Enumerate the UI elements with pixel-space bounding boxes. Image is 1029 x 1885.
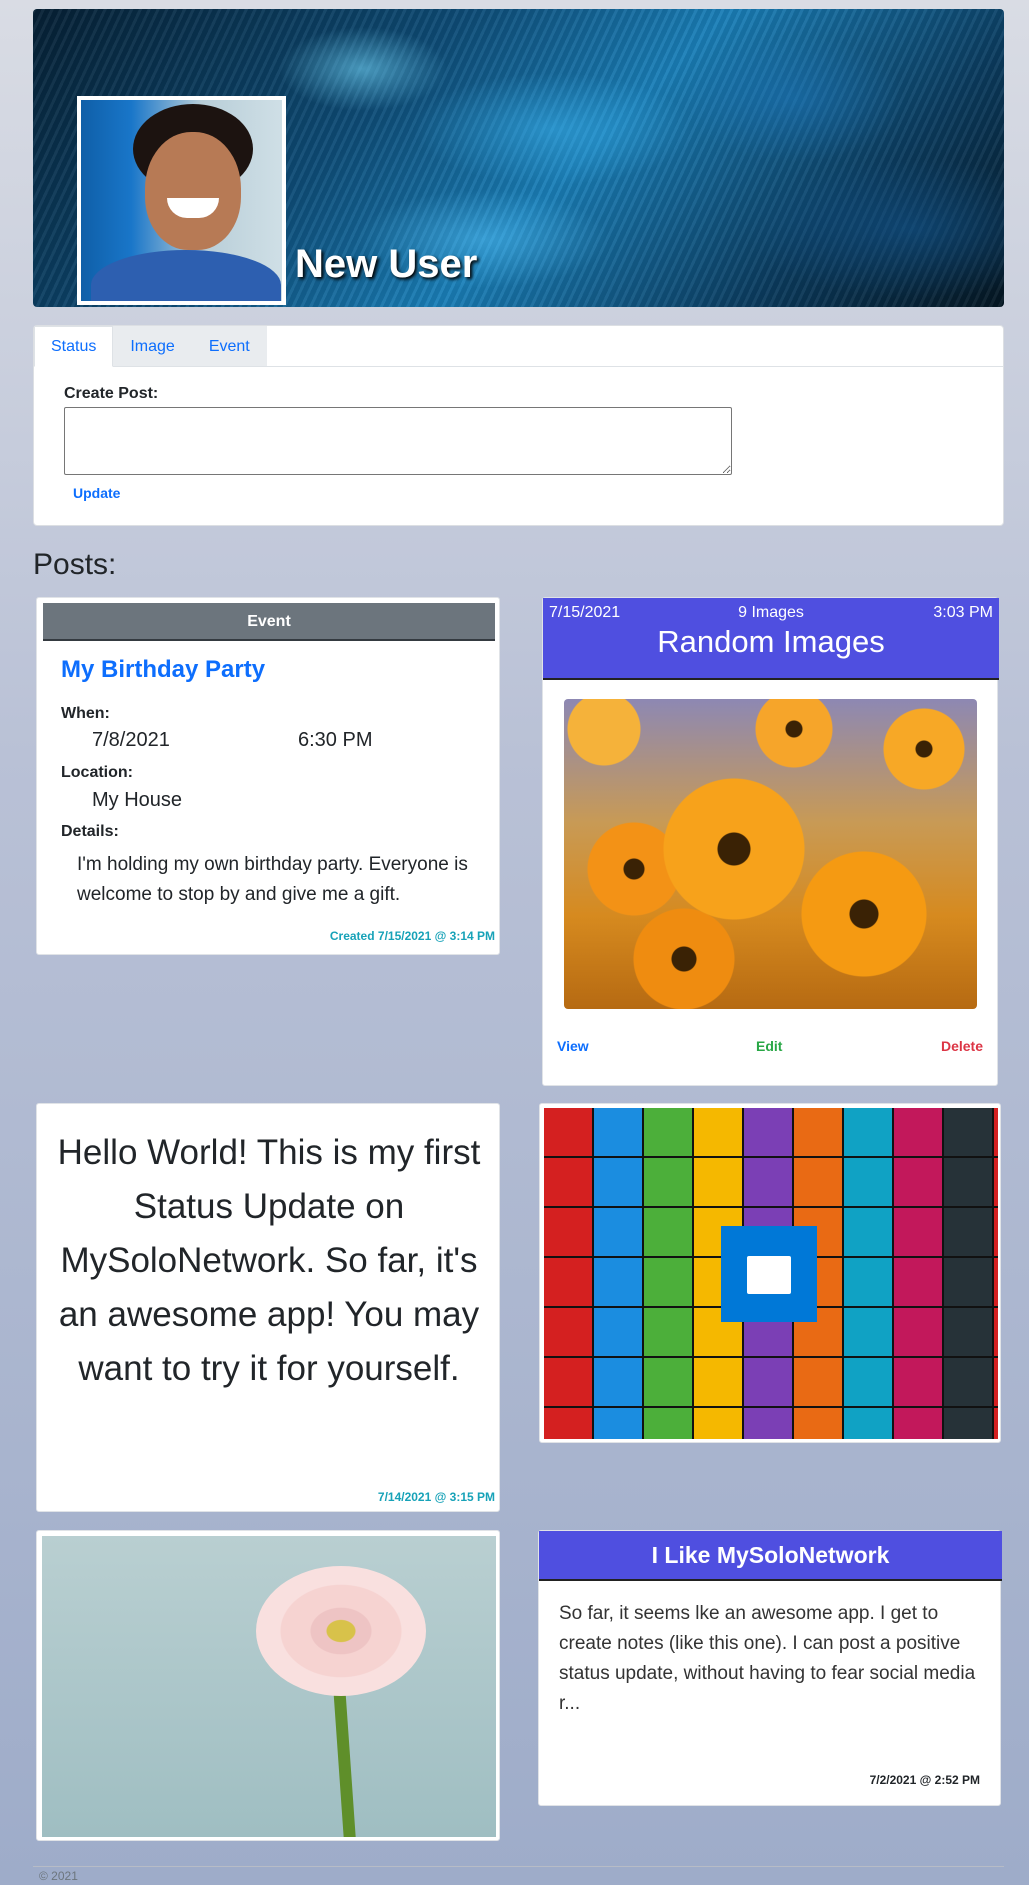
create-post-label: Create Post:	[64, 385, 159, 402]
event-details-label: Details:	[61, 823, 119, 840]
edit-link[interactable]: Edit	[756, 1038, 782, 1054]
event-title[interactable]: My Birthday Party	[61, 656, 265, 684]
tab-image[interactable]: Image	[113, 326, 192, 366]
status-post-date: 7/14/2021 @ 3:15 PM	[377, 1490, 495, 1504]
store-icon	[721, 1226, 817, 1322]
images-post-card: 7/15/2021 9 Images 3:03 PM Random Images…	[542, 597, 999, 1086]
note-title[interactable]: I Like MySoloNetwork	[539, 1531, 1002, 1581]
images-post-header: 7/15/2021 9 Images 3:03 PM Random Images	[543, 598, 999, 680]
profile-avatar[interactable]	[77, 96, 286, 305]
event-post-header: Event	[43, 603, 495, 641]
tab-event[interactable]: Event	[191, 326, 267, 366]
profile-name: New User	[295, 242, 478, 286]
status-text: Hello World! This is my first Status Upd…	[57, 1133, 481, 1388]
note-date: 7/2/2021 @ 2:52 PM	[869, 1773, 980, 1787]
images-post-title: Random Images	[657, 624, 885, 659]
cover-banner: New User	[33, 9, 1004, 307]
update-button[interactable]: Update	[73, 485, 120, 501]
delete-link[interactable]: Delete	[941, 1038, 983, 1054]
images-post-time: 3:03 PM	[933, 604, 993, 621]
event-post-card: Event My Birthday Party When: 7/8/2021 6…	[36, 597, 500, 955]
view-link[interactable]: View	[557, 1038, 589, 1054]
pink-flower-image-card	[36, 1530, 500, 1841]
event-date: 7/8/2021	[92, 729, 170, 751]
post-type-tabs: Status Image Event	[34, 326, 1003, 367]
tab-status[interactable]: Status	[34, 326, 114, 367]
event-location: My House	[92, 789, 183, 811]
event-location-label: Location:	[61, 764, 133, 781]
footer-copyright: © 2021	[39, 1869, 78, 1883]
event-when-label: When:	[61, 705, 110, 722]
footer-divider	[33, 1866, 1004, 1867]
status-post-card: Hello World! This is my first Status Upd…	[36, 1103, 500, 1512]
avatar-image	[81, 100, 282, 301]
orange-flowers-image[interactable]	[564, 699, 977, 1009]
images-count: 9 Images	[738, 604, 804, 621]
note-post-card: I Like MySoloNetwork So far, it seems lk…	[538, 1530, 1002, 1806]
event-details: I'm holding my own birthday party. Every…	[77, 854, 468, 905]
pink-flower-image[interactable]	[42, 1536, 496, 1837]
app-grid-image-card	[539, 1103, 1001, 1443]
posts-heading: Posts:	[33, 548, 117, 581]
event-time: 6:30 PM	[298, 729, 373, 751]
app-tiles-image[interactable]	[544, 1108, 998, 1439]
note-body: So far, it seems lke an awesome app. I g…	[559, 1603, 976, 1714]
create-post-input[interactable]	[64, 407, 732, 475]
create-post-card: Status Image Event Create Post: Update	[33, 325, 1004, 526]
event-created-date: Created 7/15/2021 @ 3:14 PM	[329, 929, 495, 943]
